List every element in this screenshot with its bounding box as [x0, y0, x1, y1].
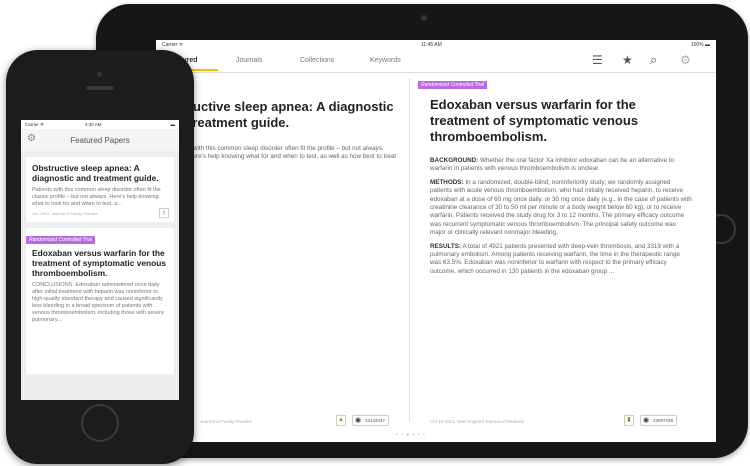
article-right[interactable]: Randomized Controlled Trial Edoxaban ver…: [418, 73, 708, 428]
article-right-title: Edoxaban versus warfarin for the treatme…: [430, 97, 639, 144]
article-background: BACKGROUND: Whether the oral factor Xa i…: [430, 157, 692, 174]
paper-list[interactable]: Obstructive sleep apnea: A diagnostic an…: [21, 151, 179, 400]
eye-icon: ◉: [643, 417, 650, 424]
iphone-speaker: [86, 86, 114, 90]
iphone-home-button[interactable]: [81, 404, 119, 442]
methods-text: In a randomized, double-blind, noninferi…: [430, 178, 692, 237]
article-type-tag: Randomized Controlled Trial: [418, 81, 487, 89]
article-results: RESULTS: A total of 4921 patients presen…: [430, 243, 692, 285]
article-methods: METHODS: In a randomized, double-blind, …: [430, 179, 692, 238]
view-count-left[interactable]: ◉ 24143347: [352, 415, 390, 426]
battery-indicator: 100% ▬: [690, 42, 710, 48]
status-time: 11:45 AM: [421, 42, 442, 48]
tab-journals[interactable]: Journals: [236, 57, 262, 64]
pdf-icon[interactable]: ▮: [624, 415, 634, 426]
results-text: A total of 4921 patients presented with …: [430, 242, 680, 275]
iphone-nav-bar: ⚙ Featured Papers: [21, 129, 179, 152]
ipad-camera: [421, 15, 427, 21]
list-item[interactable]: Obstructive sleep apnea: A diagnostic an…: [26, 157, 174, 222]
article-left-summary: s with this common sleep disorder often …: [188, 145, 397, 169]
article-left-title: ructive sleep apnea: A diagnostic treatm…: [188, 99, 394, 130]
view-count-right-value: 23997438: [653, 418, 674, 423]
results-label: RESULTS:: [430, 242, 462, 250]
gear-icon[interactable]: ⚙: [680, 53, 691, 67]
article-right-footer: Oct 10 2013, New England Journal of Medi…: [430, 419, 525, 424]
iphone-status-bar: Carrier ᯤ 4:30 AM ▬: [21, 120, 179, 129]
battery-indicator: ▬: [170, 122, 176, 127]
card-title: Edoxaban versus warfarin for the treatme…: [32, 248, 167, 278]
search-icon[interactable]: ⌕: [650, 52, 657, 68]
bookmark-icon[interactable]: ▯: [159, 208, 169, 218]
page-indicator[interactable]: • • ● • • •: [396, 432, 426, 438]
tab-bar: Featured Journals Collections Keywords ☰…: [156, 50, 716, 73]
status-time: 4:30 AM: [85, 122, 102, 127]
iphone-device: Carrier ᯤ 4:30 AM ▬ ⚙ Featured Papers Ob…: [6, 50, 194, 464]
eye-icon: ◉: [355, 417, 362, 424]
card-footer: Oct. 2013, Journal of Family Practice: [32, 211, 98, 216]
card-title: Obstructive sleep apnea: A diagnostic an…: [32, 163, 159, 183]
tab-collections[interactable]: Collections: [300, 57, 334, 64]
card-summary: Patients with this common sleep disorder…: [32, 187, 161, 207]
article-type-tag: Randomized Controlled Trial: [26, 236, 95, 244]
ipad-screen: Carrier ᯤ 11:45 AM 100% ▬ Featured Journ…: [156, 40, 716, 442]
carrier-label: Carrier ᯤ: [25, 122, 45, 127]
star-icon[interactable]: ★: [622, 53, 633, 67]
list-item[interactable]: Randomized Controlled Trial Edoxaban ver…: [26, 228, 174, 374]
view-count-right[interactable]: ◉ 23997438: [640, 415, 678, 426]
list-view-icon[interactable]: ☰: [592, 53, 603, 67]
ipad-status-bar: Carrier ᯤ 11:45 AM 100% ▬: [156, 40, 716, 50]
warning-icon[interactable]: ▲: [336, 415, 346, 426]
tab-keywords[interactable]: Keywords: [370, 57, 401, 64]
nav-title: Featured Papers: [70, 136, 130, 145]
iphone-camera: [97, 72, 102, 77]
article-left-footer: Journal of Family Practice: [200, 419, 252, 424]
background-label: BACKGROUND:: [430, 157, 479, 164]
card-summary: CONCLUSIONS: Edoxaban administered once …: [32, 282, 165, 323]
carrier-label: Carrier ᯤ: [162, 42, 184, 48]
methods-label: METHODS:: [430, 178, 464, 186]
view-count-left-value: 24143347: [365, 418, 386, 423]
column-divider: [409, 78, 410, 422]
iphone-screen: Carrier ᯤ 4:30 AM ▬ ⚙ Featured Papers Ob…: [21, 120, 179, 400]
